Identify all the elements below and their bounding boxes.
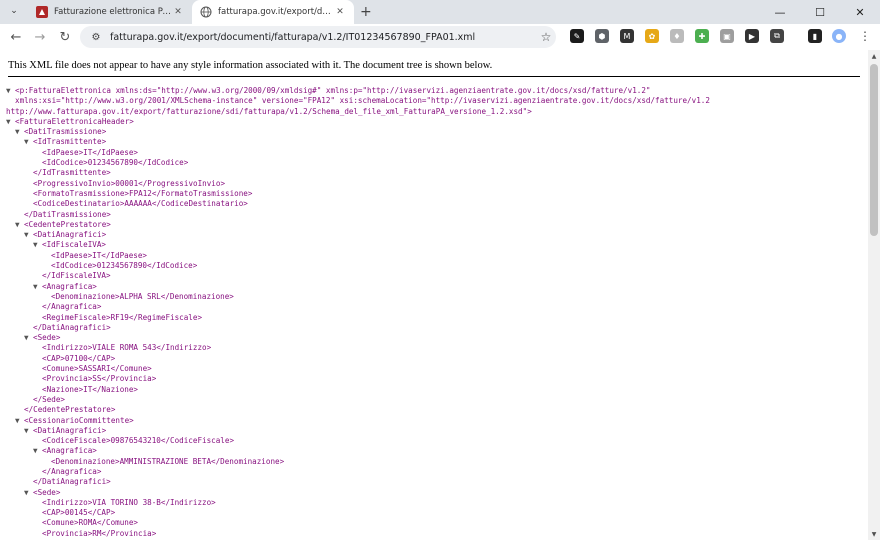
xml-line: <Indirizzo>VIALE ROMA 543</Indirizzo> bbox=[42, 343, 212, 353]
extension-icon[interactable]: ⬢ bbox=[595, 29, 609, 43]
xml-line: </IdTrasmittente> bbox=[33, 168, 111, 178]
xml-root-line: http://www.fatturapa.gov.it/export/fattu… bbox=[6, 106, 532, 116]
collapse-arrow-icon[interactable]: ▼ bbox=[33, 282, 42, 292]
collapse-arrow-icon[interactable]: ▼ bbox=[24, 230, 33, 240]
minimize-icon[interactable]: — bbox=[760, 0, 800, 24]
xml-line: <FormatoTrasmissione>FPA12</FormatoTrasm… bbox=[33, 188, 253, 198]
xml-line: ▼ <Sede> bbox=[24, 333, 61, 343]
scroll-up-icon[interactable]: ▲ bbox=[868, 50, 880, 62]
collapse-arrow-icon[interactable]: ▼ bbox=[6, 86, 15, 96]
extension-icon[interactable]: ▶ bbox=[745, 29, 759, 43]
tab-title: fatturapa.gov.it/export/docume bbox=[218, 7, 334, 17]
xml-line: ▼ <FatturaElettronicaHeader> bbox=[6, 116, 134, 127]
xml-line: <IdPaese>IT</IdPaese> bbox=[42, 147, 139, 157]
xml-line: <CodiceDestinatario>AAAAAA</CodiceDestin… bbox=[33, 199, 248, 209]
xml-line: </Sede> bbox=[33, 394, 66, 404]
xml-line: <Denominazione>ALPHA SRL</Denominazione> bbox=[51, 291, 234, 301]
new-tab-button[interactable]: + bbox=[360, 0, 372, 24]
collapse-arrow-icon[interactable]: ▼ bbox=[15, 127, 24, 137]
xml-line: ▼ <DatiTrasmissione> bbox=[15, 127, 107, 137]
extension-icon[interactable]: ✚ bbox=[695, 29, 709, 43]
xml-line: <Nazione>IT</Nazione> bbox=[42, 384, 139, 394]
fatturapa-favicon-icon bbox=[36, 6, 48, 18]
url-text[interactable]: fatturapa.gov.it/export/documenti/fattur… bbox=[110, 32, 536, 43]
xml-line: </DatiAnagrafici> bbox=[33, 322, 111, 332]
address-bar[interactable]: ⚙ fatturapa.gov.it/export/documenti/fatt… bbox=[80, 26, 556, 48]
xml-line: ▼ <Anagrafica> bbox=[33, 281, 97, 292]
scroll-down-icon[interactable]: ▼ bbox=[868, 528, 880, 540]
xml-line: </DatiTrasmissione> bbox=[24, 209, 111, 219]
browser-toolbar: ← → ↻ ⚙ fatturapa.gov.it/export/document… bbox=[0, 24, 880, 50]
close-tab-icon[interactable]: ✕ bbox=[334, 7, 346, 17]
xml-line: <Indirizzo>VIA TORINO 38-B</Indirizzo> bbox=[42, 497, 216, 507]
side-panel-icon[interactable]: ▮ bbox=[808, 29, 822, 43]
xml-line: </DatiAnagrafici> bbox=[33, 477, 111, 487]
tab-fatturazione[interactable]: Fatturazione elettronica PA - Fa ✕ bbox=[28, 0, 192, 24]
extension-icon[interactable]: ▣ bbox=[720, 29, 734, 43]
vertical-scrollbar[interactable]: ▲ ▼ bbox=[868, 50, 880, 540]
scrollbar-thumb[interactable] bbox=[870, 64, 878, 236]
bookmark-star-icon[interactable]: ☆ bbox=[536, 30, 556, 44]
xml-line: ▼ <DatiAnagrafici> bbox=[24, 230, 107, 240]
xml-line: ▼ <CessionarioCommittente> bbox=[15, 415, 134, 426]
xml-line: </Anagrafica> bbox=[42, 302, 102, 312]
page-content: This XML file does not appear to have an… bbox=[0, 50, 868, 540]
xml-line: ▼ <CedentePrestatore> bbox=[15, 219, 111, 230]
collapse-arrow-icon[interactable]: ▼ bbox=[24, 333, 33, 343]
collapse-arrow-icon[interactable]: ▼ bbox=[24, 488, 33, 498]
extension-icon[interactable]: ✿ bbox=[645, 29, 659, 43]
tab-search-icon[interactable]: ⌄ bbox=[5, 2, 23, 20]
xml-line: <RegimeFiscale>RF19</RegimeFiscale> bbox=[42, 312, 203, 322]
xml-line: <Denominazione>AMMINISTRAZIONE BETA</Den… bbox=[51, 456, 285, 466]
xml-line: ▼ <Anagrafica> bbox=[33, 446, 97, 456]
collapse-arrow-icon[interactable]: ▼ bbox=[24, 426, 33, 436]
collapse-arrow-icon[interactable]: ▼ bbox=[15, 416, 24, 426]
xml-line: <ProgressivoInvio>00001</ProgressivoInvi… bbox=[33, 178, 226, 188]
xml-line: ▼ <DatiAnagrafici> bbox=[24, 425, 107, 436]
globe-icon bbox=[200, 6, 212, 18]
tab-xml-document[interactable]: fatturapa.gov.it/export/docume ✕ bbox=[192, 0, 354, 24]
tab-strip: ⌄ Fatturazione elettronica PA - Fa ✕ fat… bbox=[0, 0, 880, 24]
xml-tree: ▼ <p:FatturaElettronica xmlns:ds="http://… bbox=[6, 86, 710, 539]
xml-line: <Provincia>SS</Provincia> bbox=[42, 374, 157, 384]
xml-line: </CedentePrestatore> bbox=[24, 405, 116, 415]
xml-line: <CAP>07100</CAP> bbox=[42, 353, 116, 363]
xml-line: ▼ <IdFiscaleIVA> bbox=[33, 240, 107, 250]
back-icon[interactable]: ← bbox=[6, 27, 26, 47]
maximize-icon[interactable]: ☐ bbox=[800, 0, 840, 24]
menu-kebab-icon[interactable]: ⋮ bbox=[858, 29, 872, 43]
xml-line: <IdCodice>01234567890</IdCodice> bbox=[51, 261, 198, 271]
xml-line: <CodiceFiscale>09876543210</CodiceFiscal… bbox=[42, 436, 235, 446]
collapse-arrow-icon[interactable]: ▼ bbox=[33, 446, 42, 456]
collapse-arrow-icon[interactable]: ▼ bbox=[15, 220, 24, 230]
xml-line: <Comune>SASSARI</Comune> bbox=[42, 364, 152, 374]
xml-line: </IdFiscaleIVA> bbox=[42, 271, 111, 281]
xml-line: <IdPaese>IT</IdPaese> bbox=[51, 250, 148, 260]
extensions-puzzle-icon[interactable]: ⧉ bbox=[770, 29, 784, 43]
avatar[interactable]: ● bbox=[832, 29, 846, 43]
close-window-icon[interactable]: ✕ bbox=[840, 0, 880, 24]
reload-icon[interactable]: ↻ bbox=[55, 27, 75, 47]
xml-line: ▼ <IdTrasmittente> bbox=[24, 137, 107, 147]
notice-divider bbox=[8, 76, 860, 77]
extension-icon[interactable]: ♦ bbox=[670, 29, 684, 43]
xml-line: <CAP>00145</CAP> bbox=[42, 508, 116, 518]
xml-line: <IdCodice>01234567890</IdCodice> bbox=[42, 158, 189, 168]
extension-icon[interactable]: M bbox=[620, 29, 634, 43]
xml-style-notice: This XML file does not appear to have an… bbox=[8, 60, 493, 71]
collapse-arrow-icon[interactable]: ▼ bbox=[6, 117, 15, 127]
xml-line: <Provincia>RM</Provincia> bbox=[42, 528, 157, 538]
xml-line: </Anagrafica> bbox=[42, 466, 102, 476]
extension-icon[interactable]: ✎ bbox=[570, 29, 584, 43]
collapse-arrow-icon[interactable]: ▼ bbox=[24, 137, 33, 147]
xml-line: <Comune>ROMA</Comune> bbox=[42, 518, 139, 528]
collapse-arrow-icon[interactable]: ▼ bbox=[33, 240, 42, 250]
xml-root-line: xmlns:xsi="http://www.w3.org/2001/XMLSch… bbox=[15, 96, 710, 106]
xml-line: ▼ <Sede> bbox=[24, 487, 61, 498]
tab-title: Fatturazione elettronica PA - Fa bbox=[54, 7, 172, 17]
forward-icon[interactable]: → bbox=[30, 27, 50, 47]
close-tab-icon[interactable]: ✕ bbox=[172, 7, 184, 17]
site-info-icon[interactable]: ⚙ bbox=[88, 29, 104, 45]
xml-root-line: ▼ <p:FatturaElettronica xmlns:ds="http://… bbox=[6, 86, 651, 96]
